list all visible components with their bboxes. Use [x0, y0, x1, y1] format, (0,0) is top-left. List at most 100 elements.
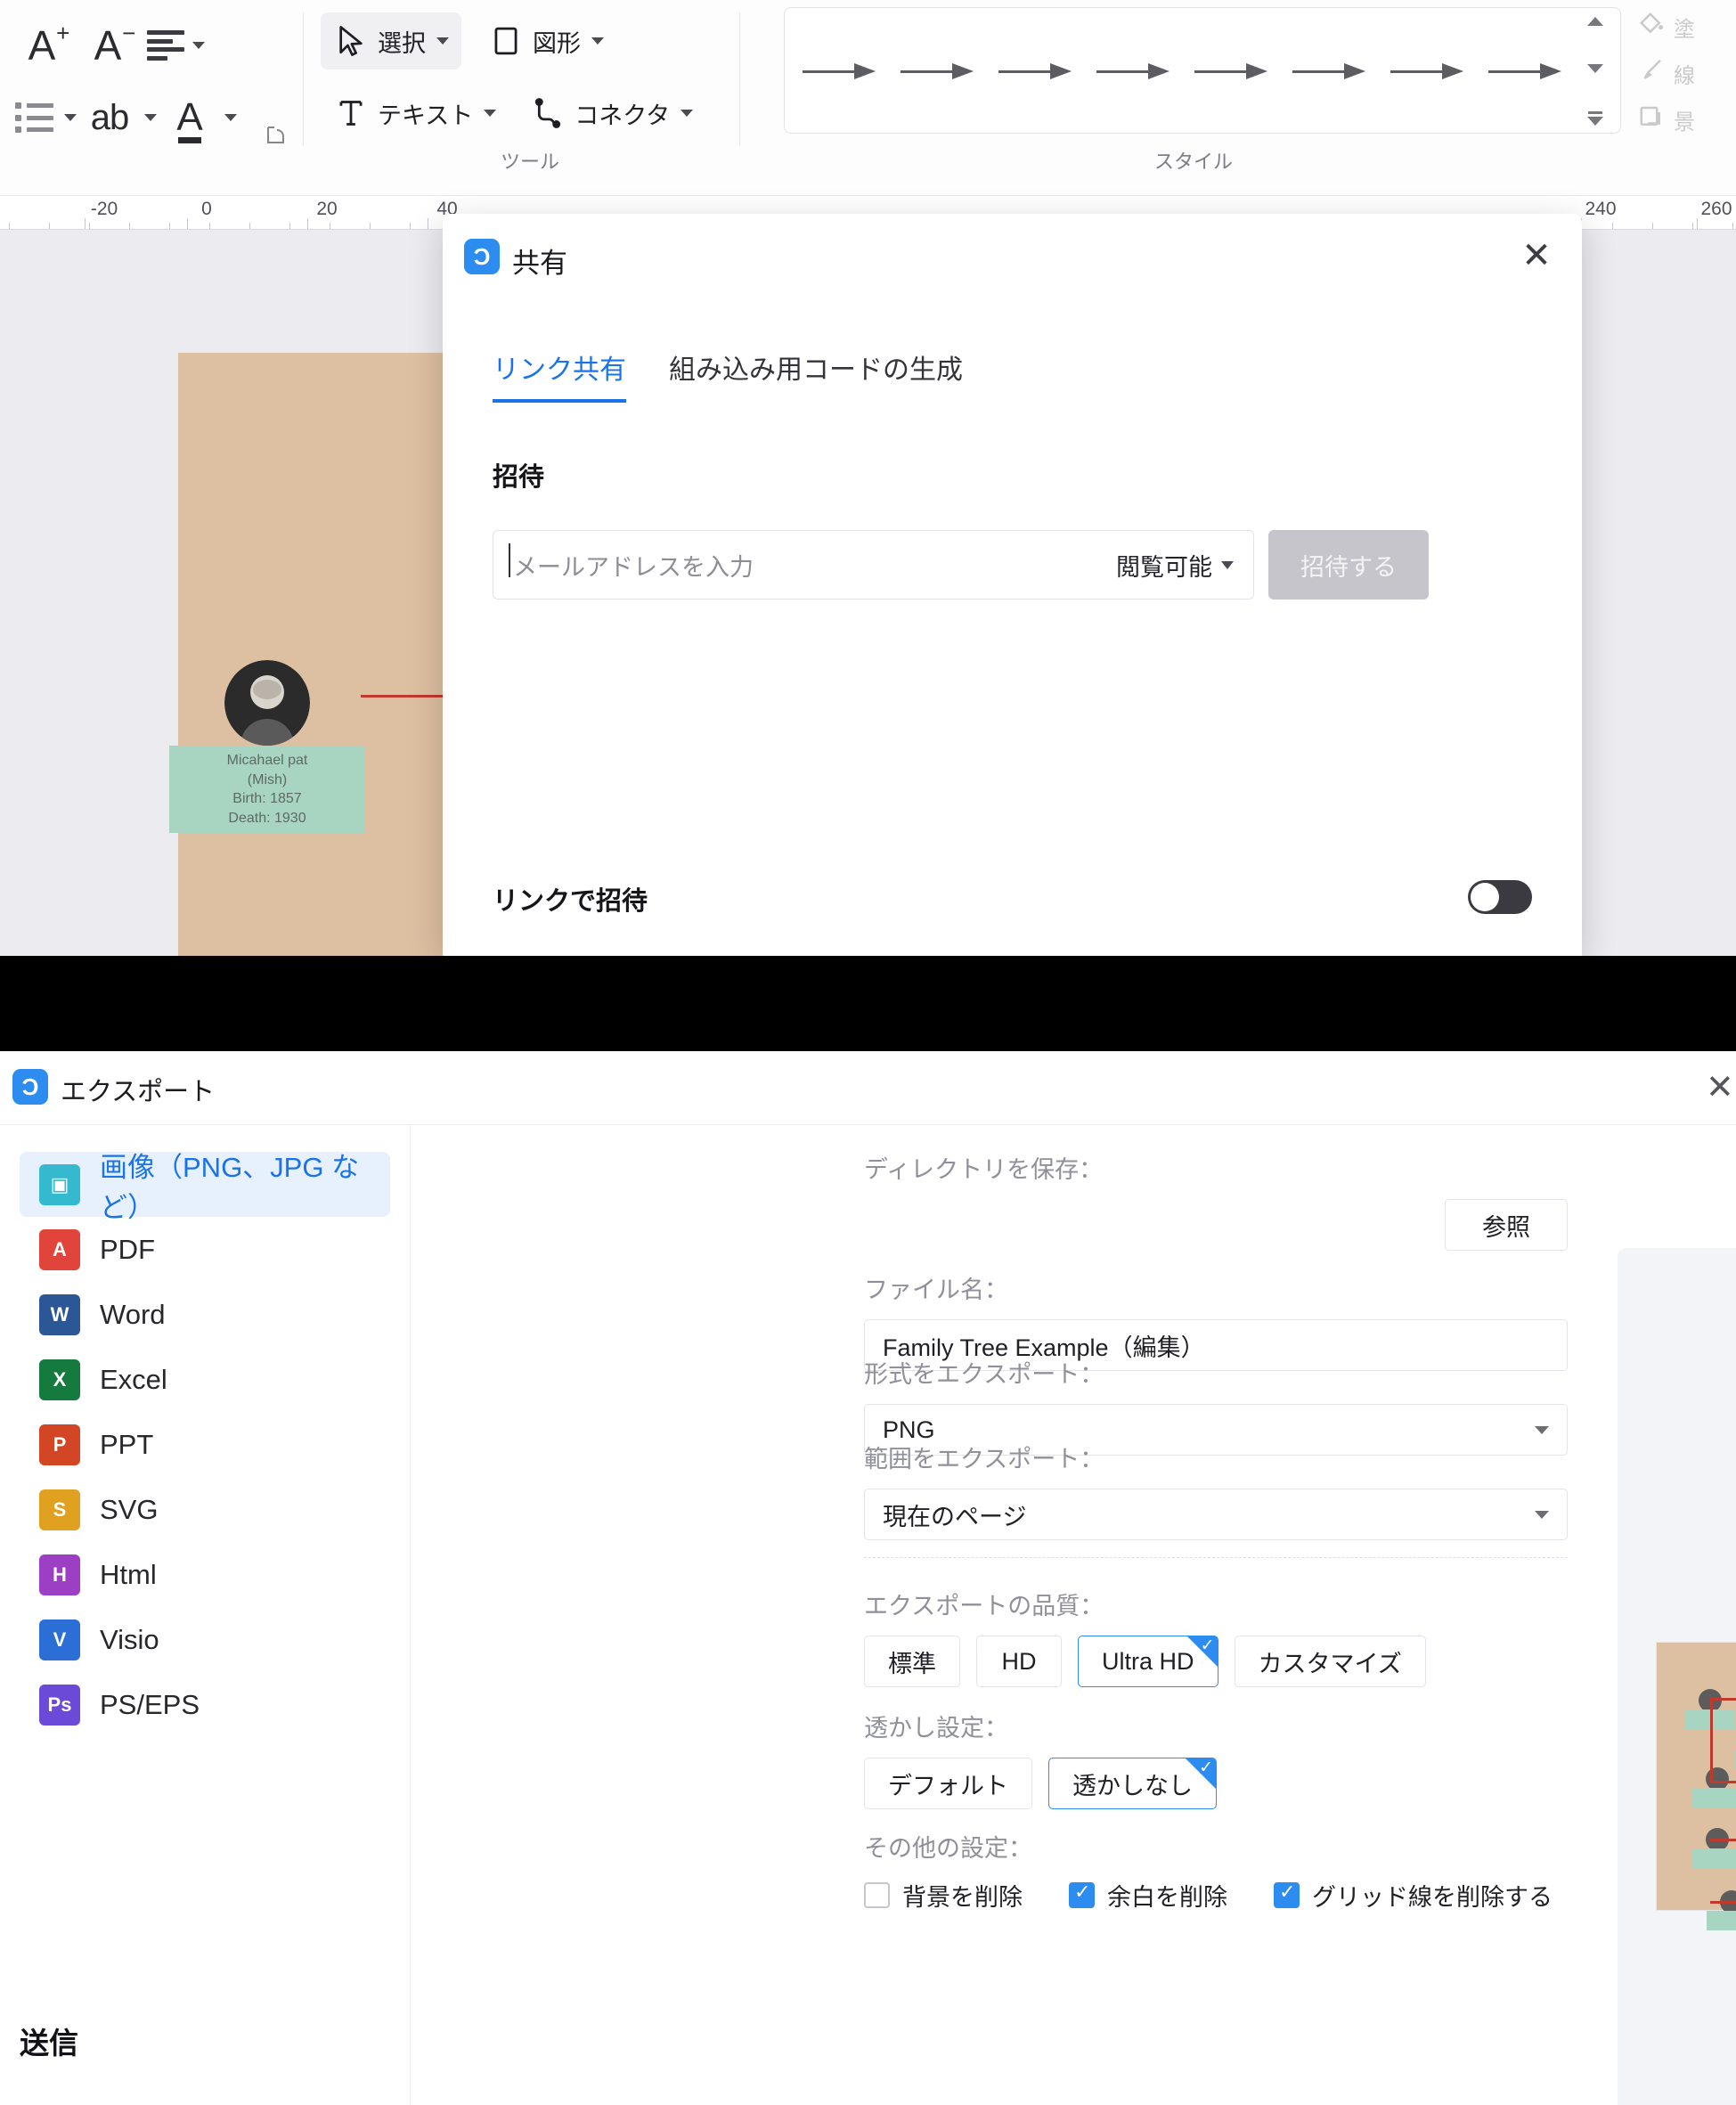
range-select[interactable]: 現在のページ: [864, 1489, 1568, 1540]
range-value: 現在のページ: [883, 1503, 1027, 1530]
bullet-list-button[interactable]: [9, 85, 62, 151]
line-brush-row[interactable]: 線: [1629, 50, 1736, 96]
export-dialog-header: Ɔ エクスポート ✕: [0, 1051, 1736, 1125]
preview-node: [1692, 1828, 1736, 1868]
preview-node-card: [1707, 1911, 1736, 1930]
arrow-style-option[interactable]: [1194, 62, 1273, 80]
tool-shape-chevron-down-icon[interactable]: [591, 37, 604, 45]
permission-dropdown[interactable]: 閲覧可能: [1116, 548, 1234, 583]
wondershare-edraw-icon: Ɔ: [12, 1069, 48, 1105]
ribbon-group-tools-label: ツール: [500, 151, 559, 173]
tool-text[interactable]: テキスト: [321, 85, 509, 142]
sidebar-item-visio[interactable]: V Visio: [20, 1607, 390, 1672]
text-case-button[interactable]: ab: [77, 85, 143, 151]
checkbox-label: 余白を削除: [1107, 1884, 1227, 1911]
tool-text-chevron-down-icon[interactable]: [484, 110, 497, 117]
checkbox-box[interactable]: [864, 1882, 890, 1908]
check-icon: ✓: [1200, 1636, 1215, 1655]
arrow-style-option[interactable]: [1488, 62, 1567, 80]
tab-embed-code[interactable]: 組み込み用コードの生成: [669, 347, 963, 403]
increase-font-size-button[interactable]: A +: [9, 12, 75, 78]
watermark-options: デフォルト 透かしなし ✓: [864, 1758, 1217, 1809]
checkbox-box[interactable]: [1274, 1881, 1300, 1908]
permission-value: 閲覧可能: [1116, 553, 1212, 581]
ribbon-toolbar: A + A − ab A 選択 図形 テキスト コネクタ ツール スタイル 塗 …: [0, 0, 1736, 196]
arrow-style-gallery[interactable]: [784, 7, 1621, 134]
sidebar-item-html[interactable]: H Html: [20, 1542, 390, 1607]
font-color-button[interactable]: A: [157, 85, 223, 151]
send-label: 送信: [20, 2027, 78, 2060]
quality-option[interactable]: 標準: [864, 1636, 960, 1687]
tool-connector[interactable]: コネクタ: [518, 85, 705, 142]
arrow-style-option[interactable]: [803, 62, 881, 80]
close-icon[interactable]: ✕: [1706, 1071, 1736, 1106]
arrow-style-option[interactable]: [1390, 62, 1469, 80]
scroll-down-arrow-icon[interactable]: [1587, 64, 1603, 73]
quality-option[interactable]: カスタマイズ: [1234, 1636, 1426, 1687]
quality-option[interactable]: Ultra HD ✓: [1078, 1636, 1218, 1687]
style-gallery-scrollbar[interactable]: [1583, 17, 1608, 126]
sidebar-item-excel[interactable]: X Excel: [20, 1347, 390, 1412]
ruler-tick: [209, 223, 210, 229]
arrow-style-option[interactable]: [901, 62, 979, 80]
format-label: 形式をエクスポート：: [864, 1361, 1104, 1388]
save-directory-label: ディレクトリを保存：: [864, 1156, 1104, 1183]
line-label: 線: [1674, 63, 1695, 88]
visio-file-icon: V: [39, 1619, 80, 1660]
email-field[interactable]: メールアドレスを入力 閲覧可能: [493, 530, 1254, 600]
sidebar-item-image[interactable]: ▣ 画像（PNG、JPG など）: [20, 1152, 390, 1223]
browse-button[interactable]: 参照: [1445, 1199, 1568, 1251]
export-settings-panel: ディレクトリを保存： 参照 ファイル名： Family Tree Example…: [411, 1125, 1736, 2105]
ruler-label: -20: [90, 199, 118, 219]
text-case-chevron-down-icon[interactable]: [144, 114, 157, 121]
link-invite-toggle[interactable]: [1468, 880, 1532, 914]
html-file-icon: H: [39, 1554, 80, 1595]
family-node[interactable]: Micahael pat (Mish) Birth: 1857 Death: 1…: [169, 660, 365, 834]
watermark-option-label: デフォルト: [888, 1772, 1008, 1799]
align-chevron-down-icon[interactable]: [192, 42, 205, 49]
wondershare-edraw-icon: Ɔ: [464, 239, 500, 274]
link-invite-label: リンクで招待: [493, 887, 648, 916]
tool-connector-chevron-down-icon[interactable]: [681, 110, 694, 117]
watermark-option[interactable]: 透かしなし ✓: [1048, 1758, 1217, 1809]
watermark-label: 透かし設定：: [864, 1715, 1008, 1742]
checkbox-checked[interactable]: グリッド線を削除する: [1274, 1878, 1553, 1913]
checkbox-unchecked[interactable]: 背景を削除: [864, 1878, 1023, 1913]
invite-button[interactable]: 招待する: [1268, 530, 1429, 600]
tab-link-share[interactable]: リンク共有: [493, 347, 626, 403]
ruler-tick: [169, 223, 170, 229]
chevron-down-icon: [1535, 1425, 1549, 1434]
sidebar-item-svg[interactable]: S SVG: [20, 1477, 390, 1542]
font-color-chevron-down-icon[interactable]: [224, 114, 237, 121]
checkbox-checked[interactable]: 余白を削除: [1069, 1878, 1227, 1913]
preview-node-card: [1692, 1848, 1736, 1868]
arrow-style-option[interactable]: [998, 62, 1077, 80]
arrow-style-option[interactable]: [1096, 62, 1175, 80]
sidebar-item-word[interactable]: W Word: [20, 1282, 390, 1347]
sidebar-item-ppt[interactable]: P PPT: [20, 1412, 390, 1477]
watermark-option[interactable]: デフォルト: [864, 1758, 1032, 1809]
sidebar-item-label: 画像（PNG、JPG など）: [100, 1151, 360, 1223]
ruler-label: 240: [1585, 199, 1617, 219]
tool-shape-label: 図形: [533, 29, 581, 57]
checkbox-label: グリッド線を削除する: [1312, 1884, 1553, 1911]
sidebar-item-pdf[interactable]: A PDF: [20, 1217, 390, 1282]
tool-select-chevron-down-icon[interactable]: [436, 37, 449, 45]
sidebar-item-ps-eps[interactable]: Ps PS/EPS: [20, 1672, 390, 1737]
quality-option[interactable]: HD: [976, 1636, 1062, 1687]
bullets-chevron-down-icon[interactable]: [64, 114, 77, 121]
checkbox-box[interactable]: [1069, 1881, 1095, 1908]
background-row[interactable]: 景: [1629, 96, 1736, 143]
tool-shape[interactable]: 図形: [476, 12, 616, 69]
arrow-style-option[interactable]: [1292, 62, 1371, 80]
close-icon[interactable]: ✕: [1516, 235, 1557, 276]
scroll-more-arrow-icon[interactable]: [1587, 111, 1603, 126]
tool-select[interactable]: 選択: [321, 12, 461, 69]
text-align-button[interactable]: [141, 12, 191, 78]
expand-dialog-icon[interactable]: [265, 125, 287, 146]
decrease-font-size-button[interactable]: A −: [75, 12, 141, 78]
scroll-up-arrow-icon[interactable]: [1587, 17, 1603, 26]
app-root: A + A − ab A 選択 図形 テキスト コネクタ ツール スタイル 塗 …: [0, 0, 1736, 2105]
fill-bucket-row[interactable]: 塗: [1629, 4, 1736, 50]
align-icon: [147, 30, 184, 61]
